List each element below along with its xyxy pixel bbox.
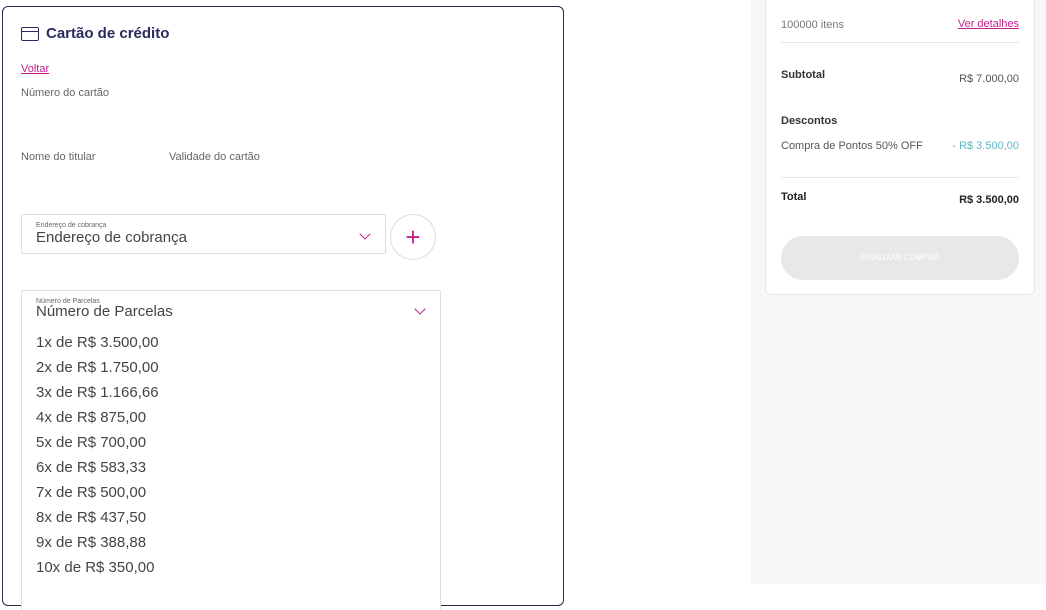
divider [781,177,1019,178]
card-validity-label: Validade do cartão [169,151,260,163]
order-summary: 100000 itens Ver detalhes Subtotal R$ 7.… [765,0,1035,295]
card-header: Cartão de crédito [21,25,169,42]
total-value: R$ 3.500,00 [959,194,1019,206]
billing-address-value: Endereço de cobrança [36,229,187,246]
chevron-down-icon [414,303,426,315]
installment-option[interactable]: 5x de R$ 700,00 [36,430,159,455]
items-count: 100000 itens [781,19,844,31]
installment-option[interactable]: 8x de R$ 437,50 [36,505,159,530]
discounts-label: Descontos [781,115,838,127]
installments-options: 1x de R$ 3.500,00 2x de R$ 1.750,00 3x d… [36,330,159,580]
installment-option[interactable]: 10x de R$ 350,00 [36,555,159,580]
divider [781,42,1019,43]
card-number-label: Número do cartão [21,87,110,99]
billing-address-select[interactable]: Endereço de cobrança Endereço de cobranç… [21,214,386,254]
installment-option[interactable]: 4x de R$ 875,00 [36,405,159,430]
subtotal-label: Subtotal [781,69,825,81]
installments-select[interactable]: Número de Parcelas Número de Parcelas 1x… [21,290,441,610]
back-link[interactable]: Voltar [21,63,49,75]
installments-value: Número de Parcelas [36,303,173,320]
installment-option[interactable]: 3x de R$ 1.166,66 [36,380,159,405]
installment-option[interactable]: 6x de R$ 583,33 [36,455,159,480]
subtotal-value: R$ 7.000,00 [959,73,1019,85]
finalize-purchase-button[interactable]: FINALIZAR COMPRA [781,236,1019,280]
view-details-link[interactable]: Ver detalhes [958,18,1019,30]
discount-name: Compra de Pontos 50% OFF [781,140,923,152]
add-address-button[interactable]: + [390,214,436,260]
holder-name-label: Nome do titular [21,151,96,163]
discount-value: - R$ 3.500,00 [952,140,1019,152]
chevron-down-icon [359,228,371,240]
installment-option[interactable]: 7x de R$ 500,00 [36,480,159,505]
installment-option[interactable]: 1x de R$ 3.500,00 [36,330,159,355]
page-title: Cartão de crédito [46,25,170,42]
installment-option[interactable]: 2x de R$ 1.750,00 [36,355,159,380]
credit-card-panel: Cartão de crédito Voltar Número do cartã… [2,6,564,610]
total-label: Total [781,191,807,203]
installment-option[interactable]: 9x de R$ 388,88 [36,530,159,555]
billing-address-floating-label: Endereço de cobrança [36,222,107,229]
credit-card-icon [21,26,39,41]
